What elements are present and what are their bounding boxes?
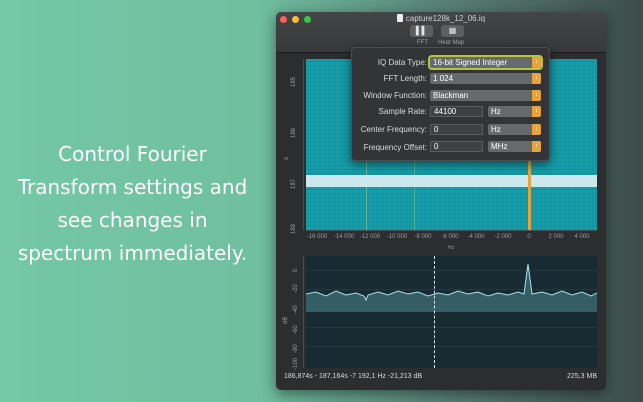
chevron-updown-icon: ↕ (532, 141, 541, 152)
fft-toolbar-label: FFT (417, 40, 428, 46)
x-tick: 2 000 (548, 234, 564, 240)
frequency-offset-label: Frequency Offset: (363, 143, 427, 152)
iq-data-type-label: IQ Data Type: (377, 58, 427, 67)
waterfall-selection-band (306, 175, 597, 187)
heatmap-toolbar-button[interactable]: ▦ (441, 25, 464, 37)
cursor-line (434, 256, 435, 368)
waterfall-y-axis (303, 59, 304, 230)
promo-text: Control Fourier Transform settings and s… (0, 138, 265, 270)
x-tick: -16 000 (306, 234, 328, 240)
sample-rate-input[interactable] (430, 106, 483, 117)
spectrum-y-tick: -20 (293, 284, 299, 293)
spectrum-y-axis (303, 256, 304, 368)
heatmap-icon: ▦ (448, 26, 457, 35)
iq-data-type-select[interactable]: 16-bit Signed Integer ↕ (430, 57, 541, 68)
spectrum-y-tick: -100 (293, 357, 299, 370)
fft-toolbar-button[interactable]: ▌▌ (410, 25, 433, 37)
spectrum-y-tick: -80 (293, 344, 299, 353)
status-bar: 186,874s - 187,164s -7 192,1 Hz -21,213 … (276, 372, 606, 390)
x-tick: -12 000 (359, 234, 381, 240)
document-icon (396, 14, 403, 22)
x-tick: 4 000 (574, 234, 590, 240)
chevron-updown-icon: ↕ (532, 73, 541, 84)
window-function-label: Window Function: (363, 91, 427, 100)
waterfall-y-tick: 185 (291, 76, 297, 87)
center-frequency-unit: Hz (491, 125, 501, 134)
waterfall-y-tick: 186 (291, 127, 297, 138)
frequency-offset-unit-select[interactable]: MHz ↕ (488, 141, 541, 152)
spectrum-plot[interactable] (306, 256, 597, 368)
fft-length-label: FFT Length: (383, 74, 427, 83)
spectrum-y-tick: -40 (293, 305, 299, 314)
center-frequency-input[interactable] (430, 124, 483, 135)
waterfall-y-tick: 188 (291, 223, 297, 234)
spectrum-trace (306, 263, 597, 312)
x-tick: -2 000 (494, 234, 512, 240)
waterfall-y-tick: 187 (291, 178, 297, 189)
cursor-readout: 186,874s - 187,164s -7 192,1 Hz -21,213 … (284, 373, 423, 380)
spectrum-y-tick: 0 (293, 268, 299, 272)
waterfall-y-axis-label: s (284, 157, 290, 160)
window-function-select[interactable]: Blackman ↕ (430, 90, 541, 101)
sample-rate-label: Sample Rate: (378, 107, 427, 116)
center-frequency-unit-select[interactable]: Hz ↕ (488, 124, 541, 135)
x-tick: 0 (527, 234, 531, 240)
x-tick: -8 000 (414, 234, 432, 240)
window-title: capture128k_12_06.iq (276, 14, 606, 23)
frequency-offset-unit: MHz (491, 142, 508, 151)
chevron-updown-icon: ↕ (532, 57, 541, 68)
promo-line: Control Fourier (58, 142, 207, 166)
x-tick: -6 000 (441, 234, 459, 240)
window-title-text: capture128k_12_06.iq (405, 14, 486, 23)
promo-line: see changes in (57, 208, 208, 232)
fft-settings-popover: IQ Data Type: 16-bit Signed Integer ↕ FFT… (351, 47, 550, 161)
spectrum-y-axis-label: dB (283, 316, 289, 324)
bar-chart-icon: ▌▌ (415, 26, 428, 35)
chevron-updown-icon: ↕ (532, 124, 541, 135)
chevron-updown-icon: ↕ (532, 106, 541, 117)
memory-size: 225,3 MB (567, 373, 597, 380)
chevron-updown-icon: ↕ (532, 90, 541, 101)
promo-line: spectrum immediately. (17, 241, 248, 265)
spectrum-y-tick: -60 (293, 325, 299, 334)
sample-rate-unit: Hz (491, 107, 501, 116)
x-tick: -14 000 (333, 234, 355, 240)
fft-length-value: 1 024 (433, 74, 454, 83)
heatmap-toolbar-label: Heat Map (438, 40, 465, 46)
waterfall-x-axis-label: Hz (448, 245, 455, 251)
x-tick: -4 000 (467, 234, 485, 240)
window-function-value: Blackman (433, 91, 469, 100)
fft-length-select[interactable]: 1 024 ↕ (430, 73, 541, 84)
sample-rate-unit-select[interactable]: Hz ↕ (488, 106, 541, 117)
iq-data-type-value: 16-bit Signed Integer (433, 58, 508, 67)
center-frequency-label: Center Frequency: (360, 125, 427, 134)
x-tick: -10 000 (386, 234, 408, 240)
promo-line: Transform settings and (17, 175, 248, 199)
frequency-offset-input[interactable] (430, 141, 483, 152)
